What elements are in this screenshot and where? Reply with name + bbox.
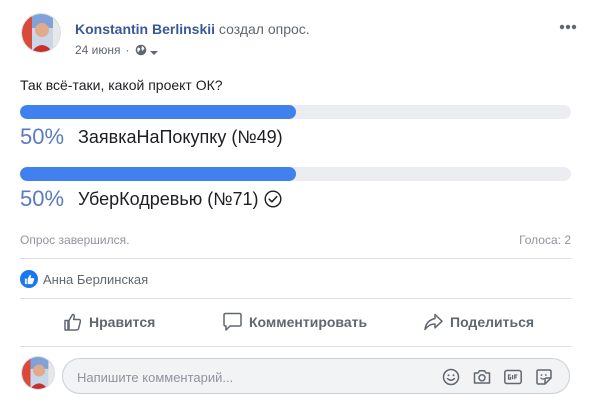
comment-input[interactable] (77, 367, 437, 387)
chevron-down-icon[interactable] (149, 46, 158, 55)
poll-option-1-percent: 50% (20, 124, 65, 149)
thumbs-up-icon (64, 313, 82, 331)
comment-button-label: Комментировать (249, 314, 368, 330)
gif-icon[interactable] (503, 367, 523, 387)
poll-question: Так всё-таки, какой проект ОК? (20, 77, 223, 93)
post-meta: 24 июня · (75, 43, 158, 57)
share-button-label: Поделиться (450, 314, 535, 330)
author-action-text: создал опрос. (218, 21, 310, 37)
voted-check-icon (264, 190, 282, 208)
poll-option-2-bar[interactable] (20, 167, 571, 181)
divider (20, 346, 571, 347)
like-icon (20, 270, 38, 288)
author-name[interactable]: Konstantin Berlinskii (75, 21, 215, 37)
share-icon (424, 313, 443, 331)
poll-post-card: Konstantin Berlinskii создал опрос. 24 и… (0, 0, 591, 412)
comment-icon (223, 312, 242, 331)
more-icon[interactable] (556, 18, 580, 36)
like-button[interactable]: Нравится (63, 304, 155, 340)
camera-icon[interactable] (472, 367, 492, 387)
divider (20, 258, 571, 259)
post-date[interactable]: 24 июня (75, 43, 121, 57)
poll-option-2-percent: 50% (20, 186, 65, 211)
divider (20, 298, 571, 299)
current-user-avatar[interactable] (21, 356, 55, 390)
poll-status: Опрос завершился. (20, 233, 130, 247)
author-avatar[interactable] (21, 13, 61, 53)
poll-option-2[interactable]: 50% УберКодревью (№71) (20, 186, 282, 212)
like-button-label: Нравится (89, 314, 156, 330)
liker-name[interactable]: Анна Берлинская (43, 272, 148, 287)
comment-button[interactable]: Комментировать (222, 304, 367, 340)
share-button[interactable]: Поделиться (423, 304, 534, 340)
poll-option-2-label: УберКодревью (№71) (78, 188, 259, 209)
poll-option-1[interactable]: 50% ЗаявкаНаПокупку (№49) (20, 124, 283, 150)
comment-composer[interactable] (62, 358, 570, 394)
reactions-summary[interactable]: Анна Берлинская (20, 270, 148, 288)
poll-option-1-fill (20, 105, 296, 119)
poll-option-2-fill (20, 167, 296, 181)
post-author-line: Konstantin Berlinskii создал опрос. (75, 21, 310, 37)
poll-vote-count[interactable]: Голоса: 2 (519, 233, 571, 247)
sticker-icon[interactable] (534, 367, 554, 387)
meta-separator: · (125, 43, 130, 57)
globe-icon[interactable] (135, 44, 147, 56)
poll-option-1-label: ЗаявкаНаПокупку (№49) (78, 126, 283, 147)
poll-option-1-bar[interactable] (20, 105, 571, 119)
emoji-icon[interactable] (441, 367, 461, 387)
